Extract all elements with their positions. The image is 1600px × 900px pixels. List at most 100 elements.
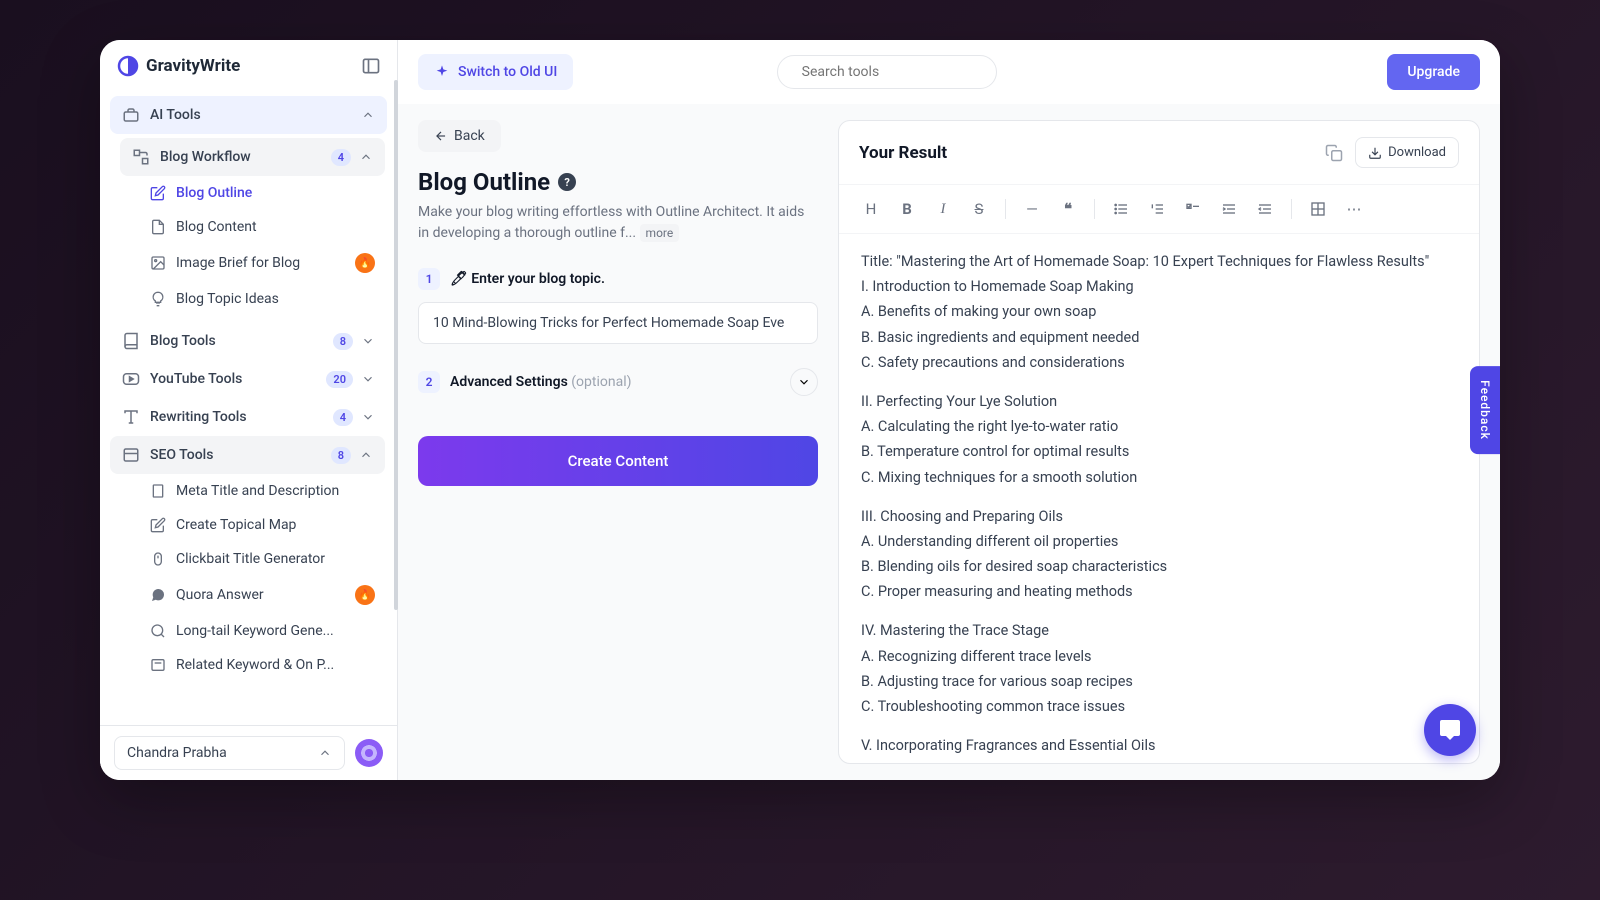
- blog-topic-input[interactable]: [418, 302, 818, 344]
- download-icon: [1368, 146, 1382, 160]
- form-panel: Back Blog Outline ? Make your blog writi…: [418, 120, 818, 764]
- chevron-up-icon: [361, 108, 375, 122]
- fire-badge-icon: 🔥: [355, 253, 375, 273]
- nav-ai-tools[interactable]: AI Tools: [110, 96, 387, 134]
- keyword-icon: [150, 657, 166, 673]
- nav-youtube-tools[interactable]: YouTube Tools 20: [110, 360, 387, 398]
- user-menu[interactable]: Chandra Prabha: [114, 736, 345, 770]
- nav-item-topical-map[interactable]: Create Topical Map: [120, 508, 387, 542]
- italic-button[interactable]: I: [927, 193, 959, 225]
- bullet-list-button[interactable]: [1105, 193, 1137, 225]
- result-content[interactable]: Title: "Mastering the Art of Homemade So…: [839, 234, 1479, 763]
- nav-blog-tools[interactable]: Blog Tools 8: [110, 322, 387, 360]
- step-1-label: 1 🖊 Enter your blog topic.: [418, 268, 818, 290]
- sidebar: GravityWrite AI Tools Blog Workflow: [100, 40, 398, 780]
- main-area: Switch to Old UI Upgrade Back Blog Outli…: [398, 40, 1500, 780]
- numbered-list-button[interactable]: [1141, 193, 1173, 225]
- copy-icon[interactable]: [1325, 144, 1343, 162]
- nav-item-longtail[interactable]: Long-tail Keyword Gene...: [120, 614, 387, 648]
- advanced-settings-row: 2 Advanced Settings (optional): [418, 368, 818, 396]
- brand-logo[interactable]: GravityWrite: [116, 54, 240, 78]
- chevron-up-icon: [359, 448, 373, 462]
- logo-icon: [116, 54, 140, 78]
- sidebar-header: GravityWrite: [100, 40, 397, 92]
- search-input[interactable]: [802, 64, 980, 80]
- result-panel: Your Result Download H B I S —: [838, 120, 1480, 764]
- feedback-tab[interactable]: Feedback: [1470, 366, 1500, 454]
- youtube-icon: [122, 370, 140, 388]
- chevron-down-icon: [797, 375, 811, 389]
- app-window: GravityWrite AI Tools Blog Workflow: [100, 40, 1500, 780]
- chat-fab[interactable]: [1424, 704, 1476, 756]
- arrow-left-icon: [434, 129, 448, 143]
- nav-rewriting-tools[interactable]: Rewriting Tools 4: [110, 398, 387, 436]
- result-header: Your Result Download: [839, 121, 1479, 184]
- step-number: 1: [418, 268, 440, 290]
- sidebar-nav: AI Tools Blog Workflow 4: [100, 92, 397, 725]
- table-button[interactable]: [1302, 193, 1334, 225]
- nav-item-clickbait[interactable]: Clickbait Title Generator: [120, 542, 387, 576]
- user-footer: Chandra Prabha: [100, 725, 397, 780]
- separator: [1005, 199, 1006, 219]
- rewrite-icon: [122, 408, 140, 426]
- more-link[interactable]: more: [640, 224, 680, 242]
- chevron-down-icon: [361, 334, 375, 348]
- nav-item-image-brief[interactable]: Image Brief for Blog 🔥: [120, 244, 387, 282]
- nav-item-blog-outline[interactable]: Blog Outline: [120, 176, 387, 210]
- switch-ui-button[interactable]: Switch to Old UI: [418, 54, 573, 90]
- separator: [1094, 199, 1095, 219]
- search-box[interactable]: [777, 55, 997, 89]
- count-badge: 4: [333, 409, 353, 426]
- nav-item-blog-content[interactable]: Blog Content: [120, 210, 387, 244]
- heading-button[interactable]: H: [855, 193, 887, 225]
- page-title: Blog Outline ?: [418, 168, 818, 196]
- chat-icon: [150, 587, 166, 603]
- upgrade-button[interactable]: Upgrade: [1387, 54, 1480, 90]
- seo-icon: [122, 446, 140, 464]
- advanced-toggle[interactable]: [790, 368, 818, 396]
- page-icon: [150, 483, 166, 499]
- workflow-icon: [132, 148, 150, 166]
- strikethrough-button[interactable]: S: [963, 193, 995, 225]
- hr-button[interactable]: —: [1016, 193, 1048, 225]
- count-badge: 8: [333, 333, 353, 350]
- edit-icon: [150, 185, 166, 201]
- create-content-button[interactable]: Create Content: [418, 436, 818, 486]
- chevron-up-icon: [359, 150, 373, 164]
- page-description: Make your blog writing effortless with O…: [418, 202, 818, 244]
- nav-item-meta-title[interactable]: Meta Title and Description: [120, 474, 387, 508]
- more-button[interactable]: ⋯: [1338, 193, 1370, 225]
- bold-button[interactable]: B: [891, 193, 923, 225]
- back-button[interactable]: Back: [418, 120, 501, 152]
- nav-item-blog-topic-ideas[interactable]: Blog Topic Ideas: [120, 282, 387, 316]
- chevron-down-icon: [361, 372, 375, 386]
- avatar[interactable]: [355, 739, 383, 767]
- sidebar-scrollbar[interactable]: [394, 80, 398, 610]
- count-badge: 20: [326, 371, 353, 388]
- step-number: 2: [418, 371, 440, 393]
- book-icon: [122, 332, 140, 350]
- nav-seo-tools[interactable]: SEO Tools 8: [110, 436, 385, 474]
- nav-item-quora[interactable]: Quora Answer 🔥: [120, 576, 387, 614]
- lightbulb-icon: [150, 291, 166, 307]
- checklist-button[interactable]: [1177, 193, 1209, 225]
- mouse-icon: [150, 551, 166, 567]
- indent-button[interactable]: [1213, 193, 1245, 225]
- quote-button[interactable]: ❝: [1052, 193, 1084, 225]
- topbar: Switch to Old UI Upgrade: [398, 40, 1500, 104]
- count-badge: 8: [331, 447, 351, 464]
- download-button[interactable]: Download: [1355, 137, 1459, 168]
- nav-blog-workflow[interactable]: Blog Workflow 4: [120, 138, 385, 176]
- chevron-down-icon: [361, 410, 375, 424]
- nav-item-related-keyword[interactable]: Related Keyword & On P...: [120, 648, 387, 682]
- document-icon: [150, 219, 166, 235]
- chat-bubble-icon: [1438, 718, 1462, 742]
- outdent-button[interactable]: [1249, 193, 1281, 225]
- separator: [1291, 199, 1292, 219]
- layout-toggle-icon[interactable]: [361, 56, 381, 76]
- count-badge: 4: [331, 149, 351, 166]
- content-area: Back Blog Outline ? Make your blog writi…: [398, 104, 1500, 780]
- chevron-up-icon: [318, 746, 332, 760]
- map-icon: [150, 517, 166, 533]
- help-icon[interactable]: ?: [558, 173, 576, 191]
